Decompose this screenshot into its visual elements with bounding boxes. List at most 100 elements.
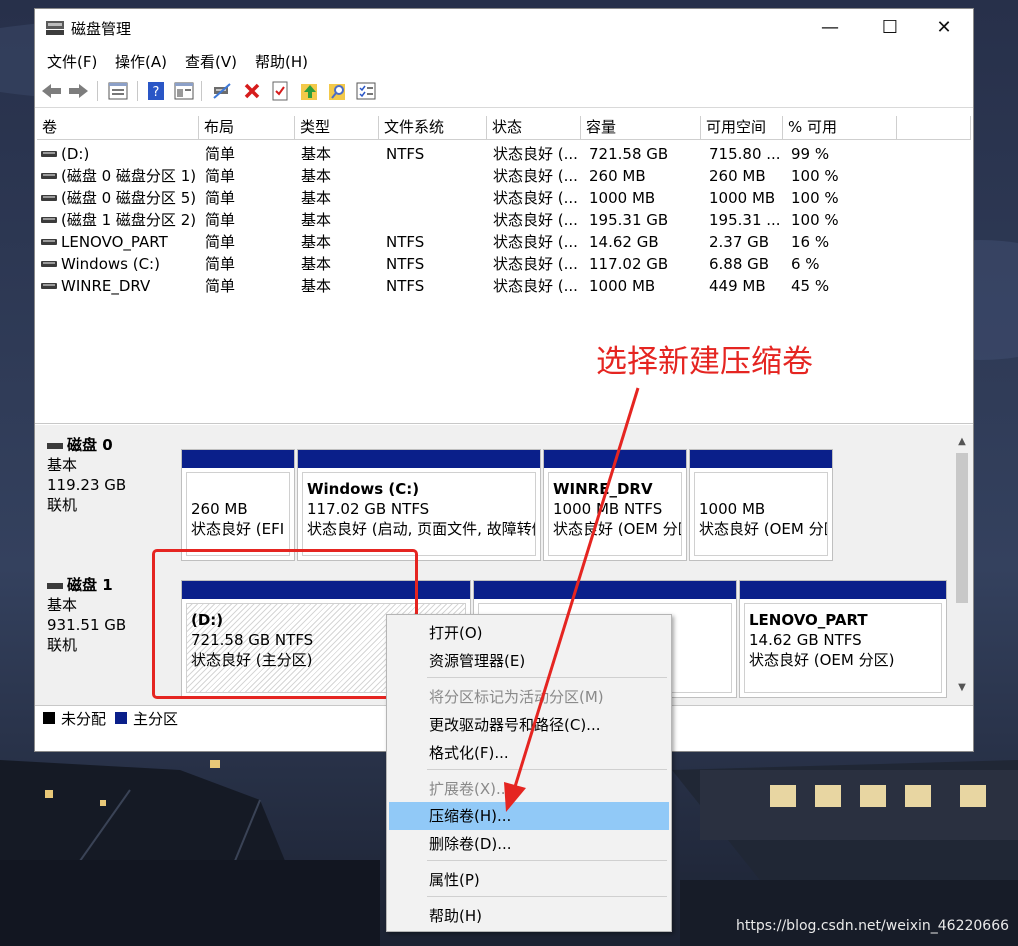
cell-layout: 简单 (205, 167, 236, 185)
legend-label-unallocated: 未分配 (61, 710, 107, 728)
cell-volume: Windows (C:) (61, 255, 160, 273)
menu-item-change-drive-letter[interactable]: 更改驱动器号和路径(C)... (389, 711, 669, 739)
back-icon[interactable] (41, 80, 63, 102)
disk-0-label[interactable]: 磁盘 0 基本 119.23 GB 联机 (37, 435, 179, 555)
cell-layout: 简单 (205, 255, 236, 273)
menu-file[interactable]: 文件(F) (47, 51, 97, 72)
cell-percent-free: 100 % (791, 167, 839, 185)
table-row[interactable]: (D:) 简单 基本 NTFS 状态良好 (... 721.58 GB 715.… (35, 143, 973, 165)
annotation-highlight-box (152, 549, 418, 699)
column-header-free-space[interactable]: 可用空间 (701, 116, 783, 140)
title-bar[interactable]: 磁盘管理 — ☐ ✕ (35, 9, 973, 47)
toolbar-separator (137, 81, 138, 101)
delete-icon[interactable] (241, 80, 263, 102)
disk-0-partition-oem[interactable]: 1000 MB 状态良好 (OEM 分区 (689, 449, 833, 561)
disk-0-partition-windows[interactable]: Windows (C:) 117.02 GB NTFS 状态良好 (启动, 页面… (297, 449, 541, 561)
cell-capacity: 1000 MB (589, 189, 656, 207)
table-row[interactable]: Windows (C:) 简单 基本 NTFS 状态良好 (... 117.02… (35, 253, 973, 275)
disk-1-partition-lenovo[interactable]: LENOVO_PART 14.62 GB NTFS 状态良好 (OEM 分区) (739, 580, 947, 698)
menu-item-delete-volume[interactable]: 删除卷(D)... (389, 830, 669, 858)
table-row[interactable]: WINRE_DRV 简单 基本 NTFS 状态良好 (... 1000 MB 4… (35, 275, 973, 297)
annotation-text: 选择新建压缩卷 (596, 344, 813, 380)
menu-item-extend-volume: 扩展卷(X)... (429, 780, 511, 798)
partition-size: 117.02 GB NTFS (307, 500, 430, 518)
cell-type: 基本 (301, 255, 332, 273)
cell-free-space: 2.37 GB (709, 233, 770, 251)
details-icon[interactable] (355, 80, 377, 102)
list-view-icon[interactable] (107, 80, 129, 102)
table-row[interactable]: (磁盘 0 磁盘分区 1) 简单 基本 状态良好 (... 260 MB 260… (35, 165, 973, 187)
cell-layout: 简单 (205, 277, 236, 295)
disk-0-partition-efi[interactable]: 260 MB 状态良好 (EFI 系 (181, 449, 295, 561)
partition-status: 状态良好 (启动, 页面文件, 故障转储 (307, 520, 536, 538)
column-header-percent-free[interactable]: % 可用 (783, 116, 897, 140)
close-button[interactable]: ✕ (921, 9, 967, 47)
vertical-scrollbar[interactable]: ▲ ▼ (953, 425, 971, 695)
cell-type: 基本 (301, 145, 332, 163)
scroll-down-icon[interactable]: ▼ (953, 679, 971, 697)
cell-filesystem: NTFS (386, 233, 425, 251)
up-icon[interactable] (299, 80, 321, 102)
watermark: https://blog.csdn.net/weixin_46220666 (736, 918, 1010, 934)
toolbar: ? (35, 75, 973, 108)
cell-filesystem: NTFS (386, 277, 425, 295)
window-title: 磁盘管理 (71, 20, 132, 38)
cell-layout: 简单 (205, 189, 236, 207)
cell-volume: WINRE_DRV (61, 277, 151, 295)
menu-view[interactable]: 查看(V) (185, 51, 237, 72)
cell-volume: (D:) (61, 145, 90, 163)
cell-type: 基本 (301, 189, 332, 207)
primary-partition-bar (544, 450, 686, 468)
minimize-button[interactable]: — (807, 9, 853, 47)
menu-item-help[interactable]: 帮助(H) (389, 902, 669, 930)
column-header-filesystem[interactable]: 文件系统 (379, 116, 487, 140)
menu-item-open[interactable]: 打开(O) (389, 619, 669, 647)
cell-status: 状态良好 (... (493, 233, 578, 251)
partition-size: 14.62 GB NTFS (749, 631, 862, 649)
disk-0-type: 基本 (47, 456, 78, 474)
menu-item-format[interactable]: 格式化(F)... (389, 739, 669, 767)
scroll-thumb[interactable] (956, 453, 968, 603)
cell-free-space: 1000 MB (709, 189, 776, 207)
cell-type: 基本 (301, 277, 332, 295)
menu-action[interactable]: 操作(A) (115, 51, 167, 72)
forward-icon[interactable] (67, 80, 89, 102)
search-icon[interactable] (327, 80, 349, 102)
cell-volume: (磁盘 1 磁盘分区 2) (61, 211, 197, 229)
disk-0-partition-winre[interactable]: WINRE_DRV 1000 MB NTFS 状态良好 (OEM 分区 (543, 449, 687, 561)
column-header-status[interactable]: 状态 (487, 116, 581, 140)
cell-percent-free: 100 % (791, 211, 839, 229)
table-row[interactable]: (磁盘 0 磁盘分区 5) 简单 基本 状态良好 (... 1000 MB 10… (35, 187, 973, 209)
column-header-capacity[interactable]: 容量 (581, 116, 701, 140)
cell-layout: 简单 (205, 211, 236, 229)
column-header-volume[interactable]: 卷 (37, 116, 199, 140)
table-row[interactable]: (磁盘 1 磁盘分区 2) 简单 基本 状态良好 (... 195.31 GB … (35, 209, 973, 231)
cell-percent-free: 16 % (791, 233, 830, 251)
volume-icon (41, 195, 57, 201)
connect-icon[interactable] (211, 80, 233, 102)
partition-name: Windows (C:) (307, 480, 420, 498)
column-header-layout[interactable]: 布局 (199, 116, 295, 140)
scroll-up-icon[interactable]: ▲ (953, 433, 971, 451)
primary-partition-bar (690, 450, 832, 468)
column-header-type[interactable]: 类型 (295, 116, 379, 140)
menu-item-properties[interactable]: 属性(P) (389, 866, 669, 894)
check-icon[interactable] (269, 80, 291, 102)
disk-0-size: 119.23 GB (47, 476, 127, 494)
cell-layout: 简单 (205, 145, 236, 163)
help-icon[interactable]: ? (145, 80, 167, 102)
primary-partition-bar (474, 581, 736, 599)
cell-free-space: 715.80 ... (709, 145, 781, 163)
properties-icon[interactable] (173, 80, 195, 102)
disk-0-name: 磁盘 0 (47, 435, 179, 455)
cell-status: 状态良好 (... (493, 255, 578, 273)
menu-item-explorer[interactable]: 资源管理器(E) (389, 647, 669, 675)
svg-text:?: ? (153, 85, 160, 100)
cell-percent-free: 6 % (791, 255, 820, 273)
table-row[interactable]: LENOVO_PART 简单 基本 NTFS 状态良好 (... 14.62 G… (35, 231, 973, 253)
menu-item-shrink-volume[interactable]: 压缩卷(H)... (389, 802, 669, 830)
maximize-button[interactable]: ☐ (867, 9, 913, 47)
menu-help[interactable]: 帮助(H) (255, 51, 308, 72)
partition-size: 1000 MB NTFS (553, 500, 663, 518)
primary-partition-bar (182, 450, 294, 468)
